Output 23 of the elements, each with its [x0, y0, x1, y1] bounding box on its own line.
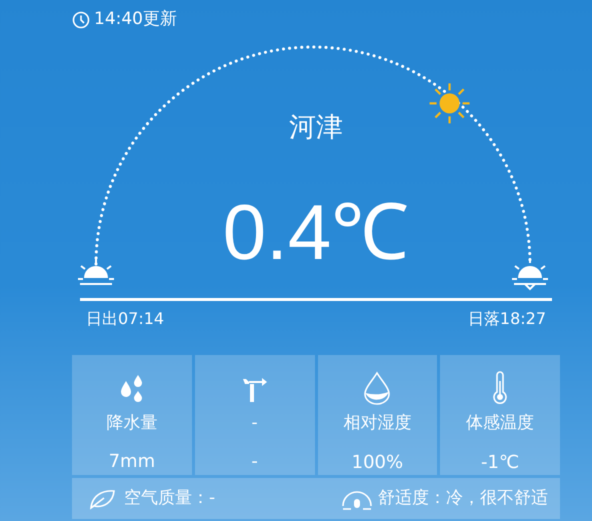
- stat-value: 100%: [352, 450, 404, 474]
- sunrise-icon: [78, 258, 114, 285]
- sun-icon: [430, 83, 470, 124]
- update-time: 14:40更新: [94, 8, 177, 32]
- city-name: 河津: [289, 111, 343, 145]
- sunset-icon: [512, 258, 548, 290]
- sunrise-time: 日出07:14: [86, 308, 164, 330]
- comfort-level: 舒适度：冷，很不舒适: [378, 486, 548, 510]
- temperature: 0.4℃: [222, 192, 410, 270]
- sunset-time: 日落18:27: [468, 308, 546, 330]
- stat-label: 降水量: [106, 412, 158, 434]
- wind-vane-icon: [240, 376, 269, 404]
- air-quality: 空气质量：-: [124, 486, 216, 510]
- stat-value: 7mm: [108, 450, 156, 474]
- water-drop-icon: [362, 371, 392, 405]
- stat-value: -: [251, 450, 258, 474]
- thermometer-icon: [491, 371, 510, 405]
- leaf-icon: [88, 488, 116, 510]
- stat-label: 相对湿度: [343, 412, 412, 435]
- stat-value: -1℃: [481, 450, 520, 474]
- stat-label: -: [252, 412, 258, 434]
- clock-icon: [72, 11, 90, 29]
- stat-label: 体感温度: [466, 412, 534, 435]
